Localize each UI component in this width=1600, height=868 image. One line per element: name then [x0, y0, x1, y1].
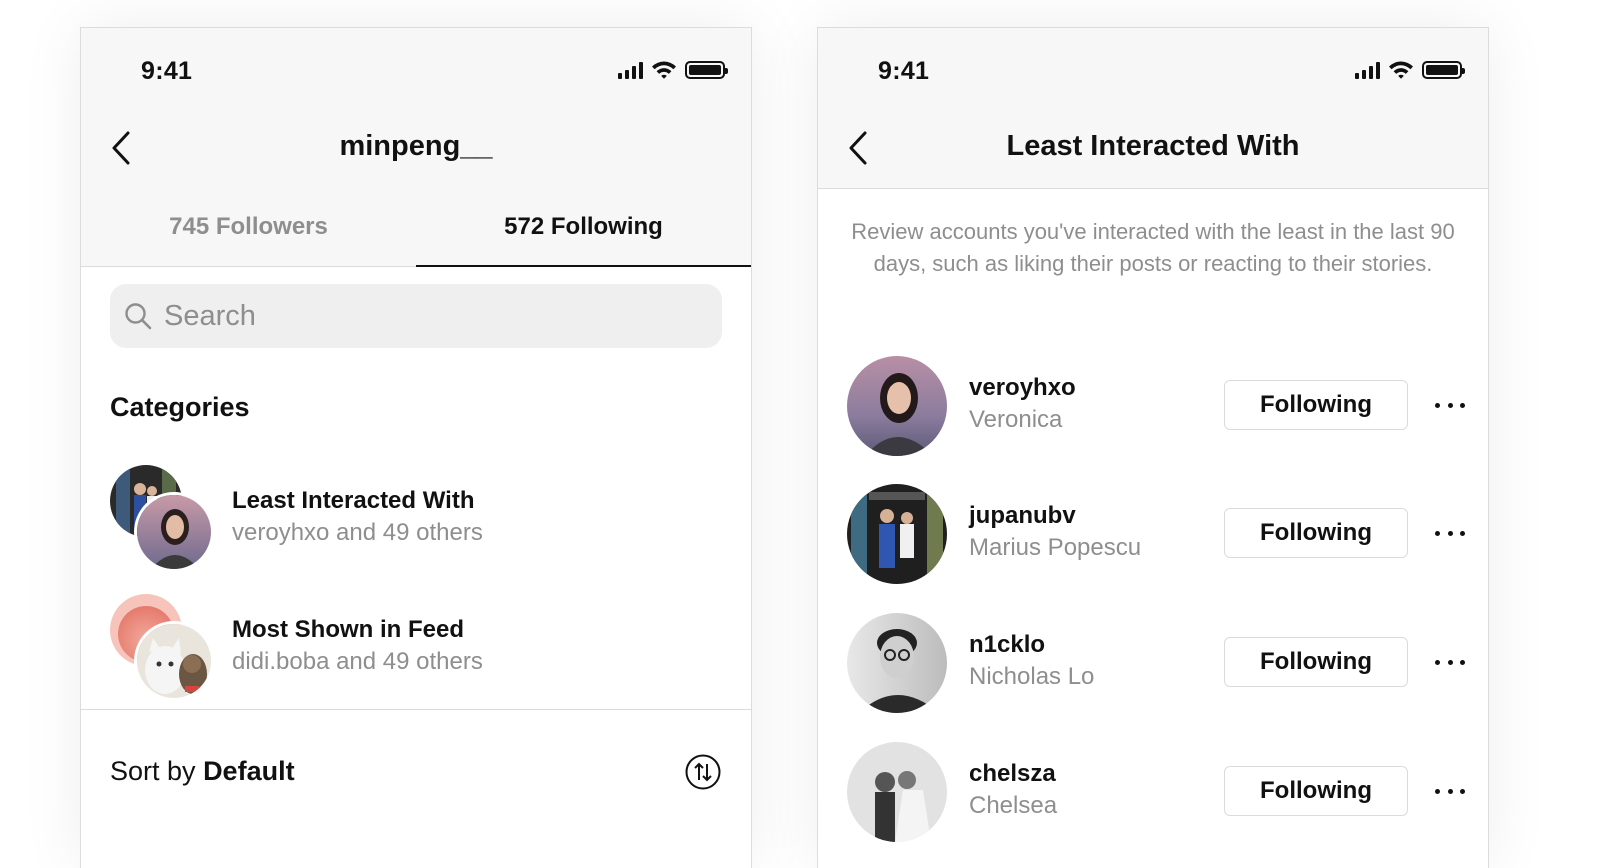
tab-followers[interactable]: 745 Followers: [81, 188, 416, 266]
following-button[interactable]: Following: [1224, 766, 1408, 816]
wifi-icon: [652, 61, 676, 79]
following-button[interactable]: Following: [1224, 508, 1408, 558]
sort-label[interactable]: Sort by Default: [110, 756, 295, 787]
category-subtitle: veroyhxo and 49 others: [232, 519, 483, 546]
least-interacted-screen: 9:41 Least Interacted With Review accoun…: [817, 27, 1489, 868]
following-screen: 9:41 minpeng__ 745 Followers 572 Followi…: [80, 27, 752, 868]
cellular-signal-icon: [1355, 61, 1380, 79]
page-title: Least Interacted With: [1006, 130, 1300, 162]
full-name: Nicholas Lo: [969, 663, 1095, 690]
category-most-shown[interactable]: Most Shown in Feed didi.boba and 49 othe…: [110, 594, 720, 701]
avatar: [134, 492, 214, 572]
username: veroyhxo: [969, 374, 1076, 401]
username: jupanubv: [969, 502, 1076, 529]
user-row: veroyhxo Veronica Following: [847, 356, 1467, 456]
sort-arrows-icon: [685, 754, 721, 790]
status-icons: [618, 59, 728, 81]
search-icon: [125, 303, 152, 330]
follow-tabs: 745 Followers 572 Following: [81, 188, 751, 267]
user-text[interactable]: chelsza Chelsea: [969, 758, 1057, 822]
more-options-icon[interactable]: [1435, 520, 1465, 546]
status-time: 9:41: [141, 57, 193, 85]
section-divider: [81, 709, 751, 710]
user-row: chelsza Chelsea Following: [847, 742, 1467, 842]
nav-bar: minpeng__: [81, 114, 751, 188]
more-options-icon[interactable]: [1435, 649, 1465, 675]
avatar: [134, 621, 214, 701]
search-input[interactable]: Search: [110, 284, 722, 348]
description: Review accounts you've interacted with t…: [851, 219, 1455, 276]
full-name: Veronica: [969, 406, 1063, 433]
status-icons: [1355, 59, 1465, 81]
sort-prefix: Sort by: [110, 756, 196, 786]
sort-value: Default: [203, 756, 295, 786]
username: chelsza: [969, 760, 1056, 787]
battery-icon: [685, 61, 728, 79]
category-title: Least Interacted With: [232, 487, 475, 514]
category-subtitle: didi.boba and 49 others: [232, 648, 483, 675]
category-text: Least Interacted With veroyhxo and 49 ot…: [232, 485, 483, 549]
category-avatars: [110, 465, 214, 572]
status-time: 9:41: [878, 57, 930, 85]
following-button[interactable]: Following: [1224, 380, 1408, 430]
avatar[interactable]: [847, 356, 947, 456]
battery-icon: [1422, 61, 1465, 79]
avatar[interactable]: [847, 613, 947, 713]
user-text[interactable]: jupanubv Marius Popescu: [969, 500, 1141, 564]
username: n1cklo: [969, 631, 1046, 658]
status-bar: 9:41: [81, 28, 751, 114]
page-title: minpeng__: [339, 130, 493, 162]
avatar[interactable]: [847, 742, 947, 842]
more-options-icon[interactable]: [1435, 778, 1465, 804]
sort-button[interactable]: [685, 754, 721, 790]
category-text: Most Shown in Feed didi.boba and 49 othe…: [232, 614, 483, 678]
active-tab-indicator: [416, 265, 751, 267]
search-placeholder: Search: [164, 299, 256, 332]
full-name: Chelsea: [969, 792, 1058, 819]
tab-following[interactable]: 572 Following: [416, 188, 751, 266]
full-name: Marius Popescu: [969, 534, 1142, 561]
user-text[interactable]: veroyhxo Veronica: [969, 372, 1076, 436]
cellular-signal-icon: [618, 61, 643, 79]
following-button[interactable]: Following: [1224, 637, 1408, 687]
category-title: Most Shown in Feed: [232, 616, 464, 643]
avatar[interactable]: [847, 484, 947, 584]
more-options-icon[interactable]: [1435, 392, 1465, 418]
status-bar: 9:41: [818, 28, 1488, 114]
user-row: n1cklo Nicholas Lo Following: [847, 613, 1467, 713]
user-text[interactable]: n1cklo Nicholas Lo: [969, 629, 1094, 693]
category-avatars: [110, 594, 214, 701]
user-row: jupanubv Marius Popescu Following: [847, 484, 1467, 584]
wifi-icon: [1389, 61, 1413, 79]
category-least-interacted[interactable]: Least Interacted With veroyhxo and 49 ot…: [110, 465, 720, 572]
nav-divider: [818, 188, 1488, 189]
categories-heading: Categories: [110, 392, 250, 422]
nav-bar: Least Interacted With: [818, 114, 1488, 188]
